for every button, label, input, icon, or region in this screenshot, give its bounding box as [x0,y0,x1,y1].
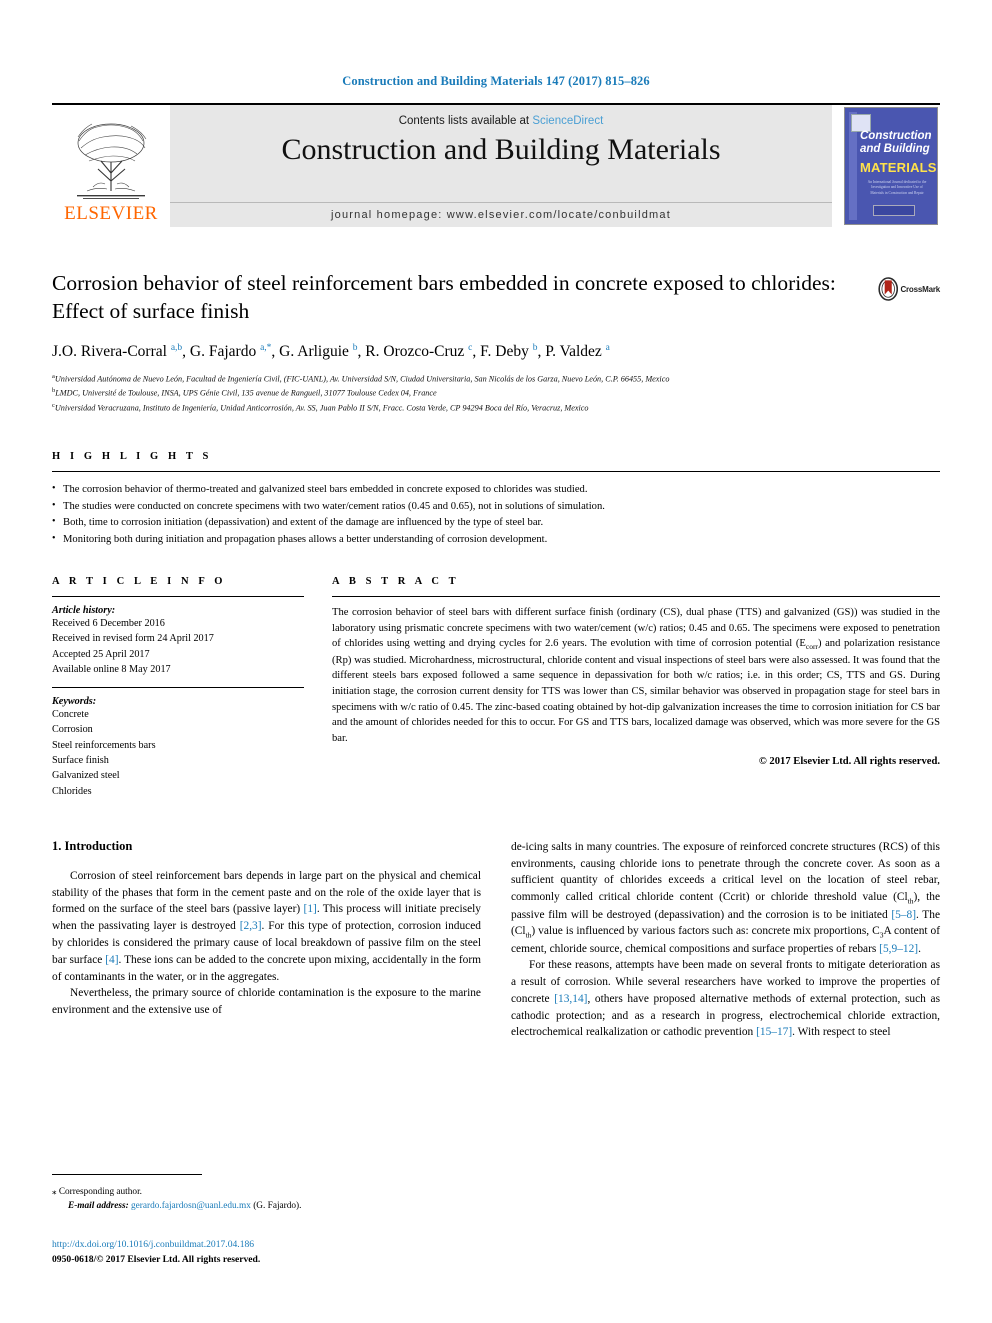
affiliation-list: aUniversidad Autónoma de Nuevo León, Fac… [52,372,940,415]
keyword-item: Concrete [52,709,89,721]
corresponding-author-label: Corresponding author. [58,1187,142,1197]
masthead-center: Contents lists available at ScienceDirec… [170,105,832,227]
email-owner: (G. Fajardo). [253,1200,302,1211]
contents-prefix: Contents lists available at [398,115,530,127]
footnote-block: ⁎ Corresponding author. E-mail address: … [52,1185,482,1214]
affiliation-b: bLMDC, Université de Toulouse, INSA, UPS… [52,386,940,400]
abstract-copyright: © 2017 Elsevier Ltd. All rights reserved… [758,755,940,767]
journal-cover-image: Construction and Building MATERIALS An I… [844,107,938,225]
elsevier-tree-icon [77,123,147,199]
abstract-text: The corrosion behavior of steel bars wit… [332,606,940,744]
list-item: Both, time to corrosion initiation (depa… [52,514,940,531]
article-info-heading: A R T I C L E I N F O [52,575,227,587]
highlights-list: The corrosion behavior of thermo-treated… [52,481,940,548]
paragraph: For these reasons, attempts have been ma… [511,959,940,1039]
cover-footer-logo [873,205,915,216]
page-title: Corrosion behavior of steel reinforcemen… [52,271,836,324]
history-revised: Received in revised form 24 April 2017 [52,633,214,645]
corresponding-author-marker: ⁎ [52,1186,57,1196]
cover-title-line-3: MATERIALS [860,160,937,175]
highlights-heading: H I G H L I G H T S [52,451,212,463]
cover-blurb: An International Journal dedicated to th… [867,180,927,195]
crossmark-label: CrossMark [900,284,940,294]
cover-title-line-1: Construction [860,130,932,142]
info-abstract-row: A R T I C L E I N F O Article history: R… [52,576,940,799]
footnote-divider [52,1174,202,1175]
body-columns: 1. Introduction Corrosion of steel reinf… [52,839,940,1041]
elsevier-wordmark: ELSEVIER [64,203,158,224]
journal-masthead: ELSEVIER Contents lists available at Sci… [52,103,940,227]
crossmark-badge[interactable]: CrossMark [878,271,940,307]
affiliation-c: cUniversidad Veracruzana, Instituto de I… [52,401,940,415]
article-info-section: A R T I C L E I N F O Article history: R… [52,576,304,799]
corresponding-author-line: ⁎ Corresponding author. [52,1185,482,1200]
elsevier-logo: ELSEVIER [52,105,170,227]
doi-link[interactable]: http://dx.doi.org/10.1016/j.conbuildmat.… [52,1238,260,1253]
journal-cover-thumbnail[interactable]: Construction and Building MATERIALS An I… [844,105,940,227]
list-item: Monitoring both during initiation and pr… [52,531,940,548]
cover-title-line-2: and Building [860,143,930,155]
affiliation-text-c: Universidad Veracruzana, Instituto de In… [54,403,589,413]
paragraph: de-icing salts in many countries. The ex… [511,840,941,955]
section-heading-introduction: 1. Introduction [52,838,133,853]
history-received: Received 6 December 2016 [52,617,165,629]
paragraph: Corrosion of steel reinforcement bars de… [52,869,481,983]
keywords-label: Keywords: [52,696,97,708]
keywords-divider [52,687,304,689]
abstract-section: A B S T R A C T The corrosion behavior o… [332,576,940,799]
history-online: Available online 8 May 2017 [52,663,171,675]
paragraph: Nevertheless, the primary source of chlo… [52,987,481,1017]
sciencedirect-link[interactable]: ScienceDirect [532,115,603,127]
body-column-left: 1. Introduction Corrosion of steel reinf… [52,839,481,1041]
author-list: J.O. Rivera-Corral a,b, G. Fajardo a,*, … [52,342,610,360]
history-accepted: Accepted 25 April 2017 [52,648,150,660]
running-head: Construction and Building Materials 147 … [342,74,650,88]
issn-copyright-line: 0950-0618/© 2017 Elsevier Ltd. All right… [52,1253,261,1265]
keyword-item: Surface finish [52,755,109,767]
crossmark-icon [878,277,899,301]
contents-available-line: Contents lists available at ScienceDirec… [170,115,832,127]
list-item: The corrosion behavior of thermo-treated… [52,481,940,498]
bottom-meta-block: http://dx.doi.org/10.1016/j.conbuildmat.… [52,1238,260,1268]
email-line: E-mail address: gerardo.fajardosn@uanl.e… [52,1200,482,1214]
email-label: E-mail address: [68,1200,129,1211]
keyword-item: Steel reinforcements bars [52,739,156,751]
keyword-item: Chlorides [52,785,92,797]
article-info-divider [52,595,304,597]
list-item: The studies were conducted on concrete s… [52,498,940,515]
affiliation-text-b: LMDC, Université de Toulouse, INSA, UPS … [55,389,437,399]
email-link[interactable]: gerardo.fajardosn@uanl.edu.mx [131,1201,251,1211]
article-history-label: Article history: [52,604,116,616]
keyword-item: Galvanized steel [52,770,120,782]
abstract-heading: A B S T R A C T [332,575,460,587]
title-block: Corrosion behavior of steel reinforcemen… [52,269,940,415]
journal-homepage-link[interactable]: journal homepage: www.elsevier.com/locat… [170,202,832,227]
keyword-item: Corrosion [52,724,93,736]
highlights-divider [52,471,940,473]
journal-article-page: Construction and Building Materials 147 … [0,0,992,1323]
journal-title: Construction and Building Materials [281,133,721,166]
affiliation-a: aUniversidad Autónoma de Nuevo León, Fac… [52,372,940,386]
highlights-section: H I G H L I G H T S The corrosion behavi… [52,451,940,548]
abstract-divider [332,595,940,597]
affiliation-text-a: Universidad Autónoma de Nuevo León, Facu… [54,374,670,384]
body-column-right: de-icing salts in many countries. The ex… [511,839,940,1041]
